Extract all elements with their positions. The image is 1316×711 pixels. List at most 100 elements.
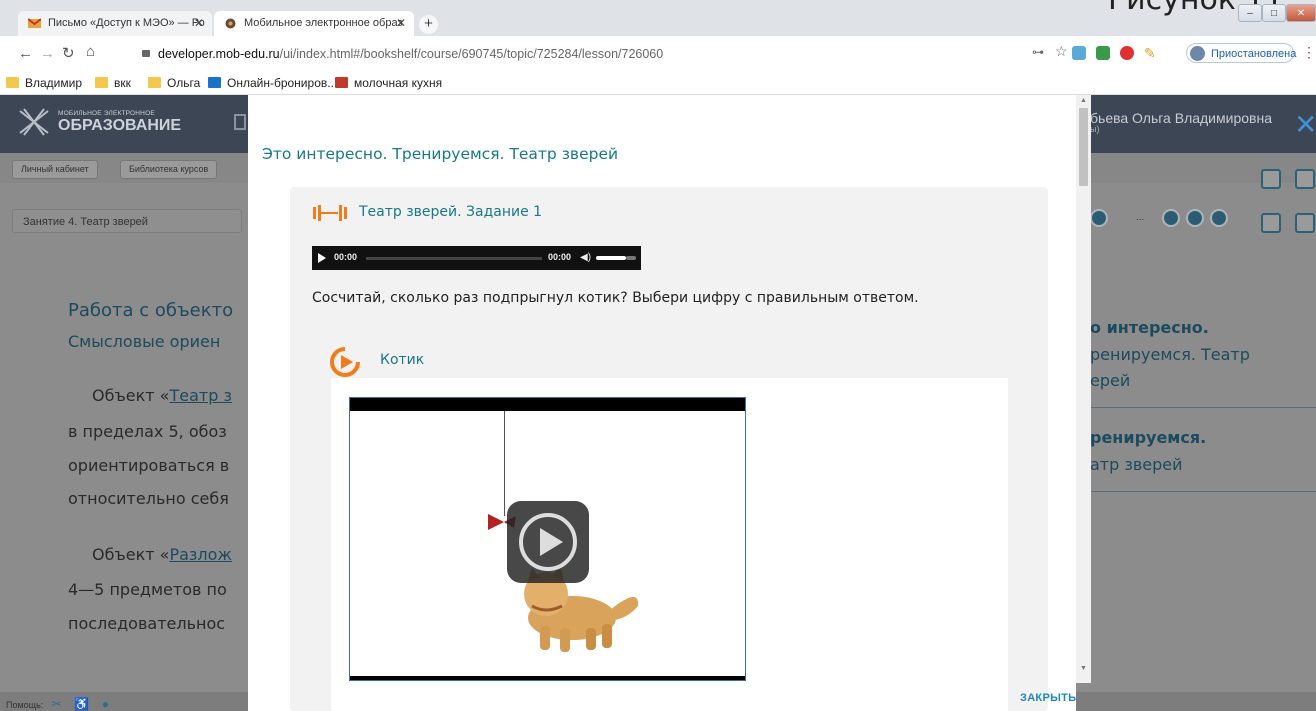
- grid-view-icon[interactable]: [1295, 169, 1315, 189]
- book-icon[interactable]: [234, 114, 246, 130]
- site-icon: [335, 77, 348, 88]
- home-icon[interactable]: ⌂: [86, 43, 95, 60]
- background-text: 4—5 предметов по: [68, 580, 227, 599]
- background-text: в пределах 5, обоз: [68, 422, 227, 441]
- breadcrumb-item[interactable]: Личный кабинет: [12, 160, 98, 179]
- bookmark-item[interactable]: Владимир: [6, 76, 82, 90]
- topic-item[interactable]: о интересно.: [1090, 318, 1209, 337]
- folder-icon: [95, 77, 108, 88]
- folder-icon: [6, 77, 19, 88]
- bookmark-item[interactable]: Онлайн-брониров...: [208, 76, 337, 90]
- url-path: /ui/index.html#/bookshelf/course/690745/…: [279, 47, 664, 61]
- modal-title: Это интересно. Тренируемся. Театр зверей: [262, 145, 619, 163]
- mail-icon: [28, 18, 41, 28]
- topic-item[interactable]: ренируемся.: [1090, 428, 1206, 447]
- info-icon[interactable]: ●: [102, 697, 109, 711]
- extension-icon[interactable]: [1072, 46, 1086, 60]
- maximize-button[interactable]: □: [1262, 4, 1286, 22]
- new-tab-button[interactable]: +: [419, 15, 438, 34]
- extension-icon[interactable]: [1120, 46, 1134, 60]
- logo-icon: [19, 108, 49, 136]
- minimize-button[interactable]: –: [1238, 4, 1262, 22]
- video-label: Котик: [380, 352, 425, 368]
- object-link[interactable]: Разлож: [169, 545, 231, 564]
- menu-icon[interactable]: ⋮: [1302, 44, 1316, 61]
- audio-current-time: 00:00: [334, 252, 358, 262]
- close-window-button[interactable]: ✕: [1286, 4, 1316, 22]
- background-text: относительно себя: [68, 489, 229, 508]
- video-letterbox-top: [350, 398, 745, 411]
- divider: [1090, 491, 1316, 492]
- divider: [1090, 407, 1316, 408]
- video-play-icon: [330, 347, 360, 377]
- forward-icon[interactable]: →: [40, 45, 55, 62]
- app-logo: МОБИЛЬНОЕ ЭЛЕКТРОННОЕ ОБРАЗОВАНИЕ: [18, 105, 188, 139]
- scroll-down-icon[interactable]: ▼: [1080, 665, 1087, 672]
- avatar: [1190, 46, 1205, 61]
- volume-slider-remaining: [626, 256, 636, 260]
- site-icon: [225, 18, 236, 29]
- background-text: последовательнос: [68, 614, 226, 633]
- user-name[interactable]: бьева Ольга Владимировна ы): [1090, 110, 1272, 134]
- play-icon: [519, 513, 577, 571]
- browser-tab-mail[interactable]: Письмо «Доступ к МЭО» — Ро ✕: [18, 11, 212, 36]
- close-icon[interactable]: ✕: [1294, 108, 1316, 141]
- video-play-button[interactable]: [507, 501, 589, 583]
- volume-slider[interactable]: [596, 256, 626, 260]
- scrollbar-thumb[interactable]: [1079, 108, 1088, 186]
- page-button[interactable]: [1162, 209, 1180, 227]
- page-button[interactable]: [1090, 209, 1108, 227]
- tools-icon[interactable]: ✂: [52, 697, 62, 711]
- bookmark-item[interactable]: молочная кухня: [335, 76, 442, 90]
- address-bar[interactable]: developer.mob-edu.ru/ui/index.html#/book…: [128, 41, 998, 67]
- close-tab-icon[interactable]: ✕: [396, 16, 406, 30]
- breadcrumb-item[interactable]: Библиотека курсов: [120, 160, 218, 179]
- folder-icon: [148, 77, 161, 88]
- close-button[interactable]: ЗАКРЫТЬ: [1020, 692, 1076, 704]
- key-icon[interactable]: ⊶: [1032, 45, 1044, 59]
- lock-icon: [142, 50, 150, 57]
- profile-status: Приостановлена: [1211, 48, 1297, 60]
- video-letterbox-bottom: [350, 676, 745, 680]
- next-page-button[interactable]: [1186, 209, 1204, 227]
- background-text: ориентироваться в: [68, 456, 230, 475]
- comments-icon[interactable]: [1295, 213, 1315, 233]
- profile-paused-button[interactable]: Приостановлена: [1186, 43, 1297, 63]
- string-line: [504, 411, 505, 516]
- bookmark-item[interactable]: Ольга: [148, 76, 200, 90]
- question-text: Сосчитай, сколько раз подпрыгнул котик? …: [312, 290, 919, 306]
- extension-icon[interactable]: [1096, 46, 1110, 60]
- object-link[interactable]: Театр з: [169, 386, 232, 405]
- background-paragraph: Объект «Разлож: [92, 545, 232, 564]
- bookmark-item[interactable]: вкк: [95, 76, 131, 90]
- extension-icon[interactable]: ✎: [1144, 45, 1156, 62]
- topic-item-text: ерей: [1090, 371, 1131, 390]
- lesson-select[interactable]: Занятие 4. Театр зверей: [12, 209, 242, 233]
- accessibility-icon[interactable]: ♿: [74, 697, 89, 711]
- browser-tab-mob-edu[interactable]: Мобильное электронное образ ✕: [214, 11, 414, 36]
- back-icon[interactable]: ←: [18, 45, 33, 62]
- tab-label: Письмо «Доступ к МЭО» — Ро: [48, 17, 205, 29]
- audio-duration: 00:00: [548, 252, 572, 262]
- list-view-icon[interactable]: [1261, 169, 1281, 189]
- task-title: Театр зверей. Задание 1: [359, 204, 543, 220]
- audio-progress-bar[interactable]: [366, 257, 542, 260]
- background-paragraph: Объект «Театр з: [92, 386, 232, 405]
- volume-icon[interactable]: ◀): [580, 252, 591, 263]
- url-host: developer.mob-edu.ru: [158, 47, 280, 61]
- help-label: Помощь: ✂ ♿ ●: [6, 697, 110, 711]
- close-tab-icon[interactable]: ✕: [194, 16, 204, 30]
- topic-item-text: ренируемся. Театр: [1090, 345, 1250, 364]
- last-page-button[interactable]: [1210, 209, 1228, 227]
- site-icon: [208, 77, 221, 88]
- table-icon[interactable]: [1261, 213, 1281, 233]
- window-controls: – □ ✕: [1238, 4, 1316, 24]
- bookmark-star-icon[interactable]: ☆: [1055, 43, 1068, 60]
- reload-icon[interactable]: ↻: [62, 44, 75, 62]
- background-subheading: Смысловые ориен: [68, 332, 221, 351]
- play-icon[interactable]: [318, 253, 326, 263]
- audio-player: 00:00 00:00 ◀): [312, 246, 641, 270]
- scroll-up-icon[interactable]: ▲: [1080, 97, 1087, 104]
- pager-ellipsis: ...: [1136, 212, 1145, 223]
- background-heading: Работа с объекто: [68, 300, 234, 321]
